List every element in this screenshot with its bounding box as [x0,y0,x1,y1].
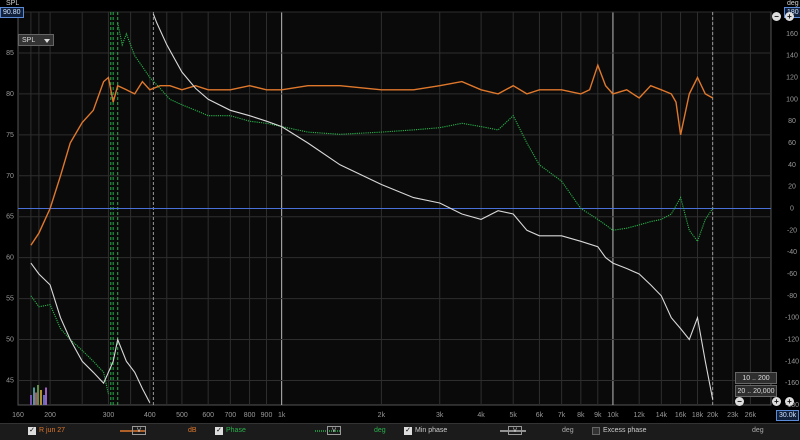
phase-label: Phase [226,427,246,434]
y-right-tick-label: 60 [788,140,796,147]
x-tick-label: 900 [261,412,273,419]
min-phase-unit: deg [562,427,574,434]
y-right-tick-label: 20 [788,184,796,191]
y-left-tick-label: 70 [6,173,14,180]
y-right-tick-label: -20 [787,227,797,234]
y-right-tick-label: -100 [785,315,799,322]
y-right-tick-label: -120 [785,337,799,344]
y-right-tick-label: -80 [787,293,797,300]
x-tick-label: 5k [510,412,518,419]
x-tick-label: 14k [656,412,668,419]
spl-dropdown[interactable]: SPL [18,34,54,46]
y-right-tick-label: -160 [785,380,799,387]
x-tick-label: 23k [727,412,739,419]
excess-phase-unit: deg [752,427,764,434]
trace-name: R jun 27 [39,427,66,434]
y-right-tick-label: -40 [787,249,797,256]
histogram-bar [33,387,35,405]
histogram-bar [35,392,37,405]
x-tick-label: 1k [278,412,286,419]
phase-checkbox[interactable]: ✓ [215,427,223,435]
spl-unit: dB [188,427,197,434]
x-tick-label: 7k [558,412,566,419]
spl-v-icon[interactable]: V [132,426,146,435]
histogram-bar [45,387,47,405]
y-right-tick-label: 160 [786,31,798,38]
spl-dropdown-label: SPL [22,37,36,44]
x-tick-label: 300 [103,412,115,419]
left-axis-unit: SPL [6,0,20,7]
x-axis-value-box[interactable]: 30.0k [776,410,800,421]
range-10-200-button[interactable]: 10 .. 200 [735,372,777,384]
x-tick-label: 700 [224,412,236,419]
y-left-tick-label: 60 [6,255,14,262]
chevron-down-icon [44,39,50,43]
y-left-tick-label: 65 [6,214,14,221]
y-left-tick-label: 55 [6,296,14,303]
x-tick-label: 200 [44,412,56,419]
min-phase-label: Min phase [415,427,448,434]
x-tick-label: 500 [176,412,188,419]
x-tick-label: 800 [244,412,256,419]
y-left-tick-label: 85 [6,50,14,57]
frequency-response-chart[interactable]: 160 200 300 400 500 600 700 800 900 1k 2k 3k 4k 5k 6k 7… [0,0,800,439]
zoom-in-icon[interactable]: + [772,397,781,406]
y-right-tick-label: -140 [785,358,799,365]
x-tick-label: 600 [202,412,214,419]
y-right-tick-label: -60 [787,271,797,278]
x-tick-label: 8k [577,412,585,419]
excess-phase-checkbox[interactable] [592,427,600,435]
y-right-tick-label: 80 [788,118,796,125]
zoom-out-icon[interactable]: − [735,397,744,406]
legend-bar: ✓ R jun 27 V dB ✓ Phase V deg ✓ Min phas… [0,423,800,440]
y-right-tick-label: 100 [786,96,798,103]
histogram-bar [40,390,42,405]
x-tick-label: 9k [594,412,602,419]
x-tick-label: 3k [436,412,444,419]
x-tick-label: 12k [634,412,646,419]
y-right-tick-label: 0 [790,206,794,213]
y-right-tick-label: 120 [786,75,798,82]
trace-checkbox[interactable]: ✓ [28,427,36,435]
x-tick-label: 6k [536,412,544,419]
x-tick-label: 2k [378,412,386,419]
x-tick-label: 10k [607,412,619,419]
y-left-tick-label: 45 [6,377,14,384]
zoom-in-y-icon[interactable]: + [785,397,794,406]
phase-v-icon[interactable]: V [327,426,341,435]
histogram-bar [37,385,39,405]
phase-unit: deg [374,427,386,434]
zoom-out-top-icon[interactable]: − [772,12,781,21]
histogram-bar [30,395,32,405]
y-right-tick-label: 40 [788,162,796,169]
min-phase-v-icon[interactable]: V [508,426,522,435]
range-20-20000-button[interactable]: 20 .. 20,000 [735,385,777,397]
y-left-tick-label: 75 [6,132,14,139]
y-left-tick-label: 50 [6,337,14,344]
x-tick-label: 26k [745,412,757,419]
x-tick-label: 16k [675,412,687,419]
min-phase-checkbox[interactable]: ✓ [404,427,412,435]
x-tick-label: 160 [12,412,24,419]
histogram-bar [43,395,45,405]
x-tick-label: 400 [144,412,156,419]
y-right-tick-label: 140 [786,53,798,60]
x-tick-label: 4k [477,412,485,419]
left-axis-value-box[interactable]: 90.80 [0,7,24,18]
x-tick-label: 20k [707,412,719,419]
zoom-in-top-icon[interactable]: + [785,12,794,21]
right-axis-unit: deg [787,0,799,7]
excess-phase-label: Excess phase [603,427,647,434]
y-left-tick-label: 80 [6,91,14,98]
x-tick-label: 18k [692,412,704,419]
